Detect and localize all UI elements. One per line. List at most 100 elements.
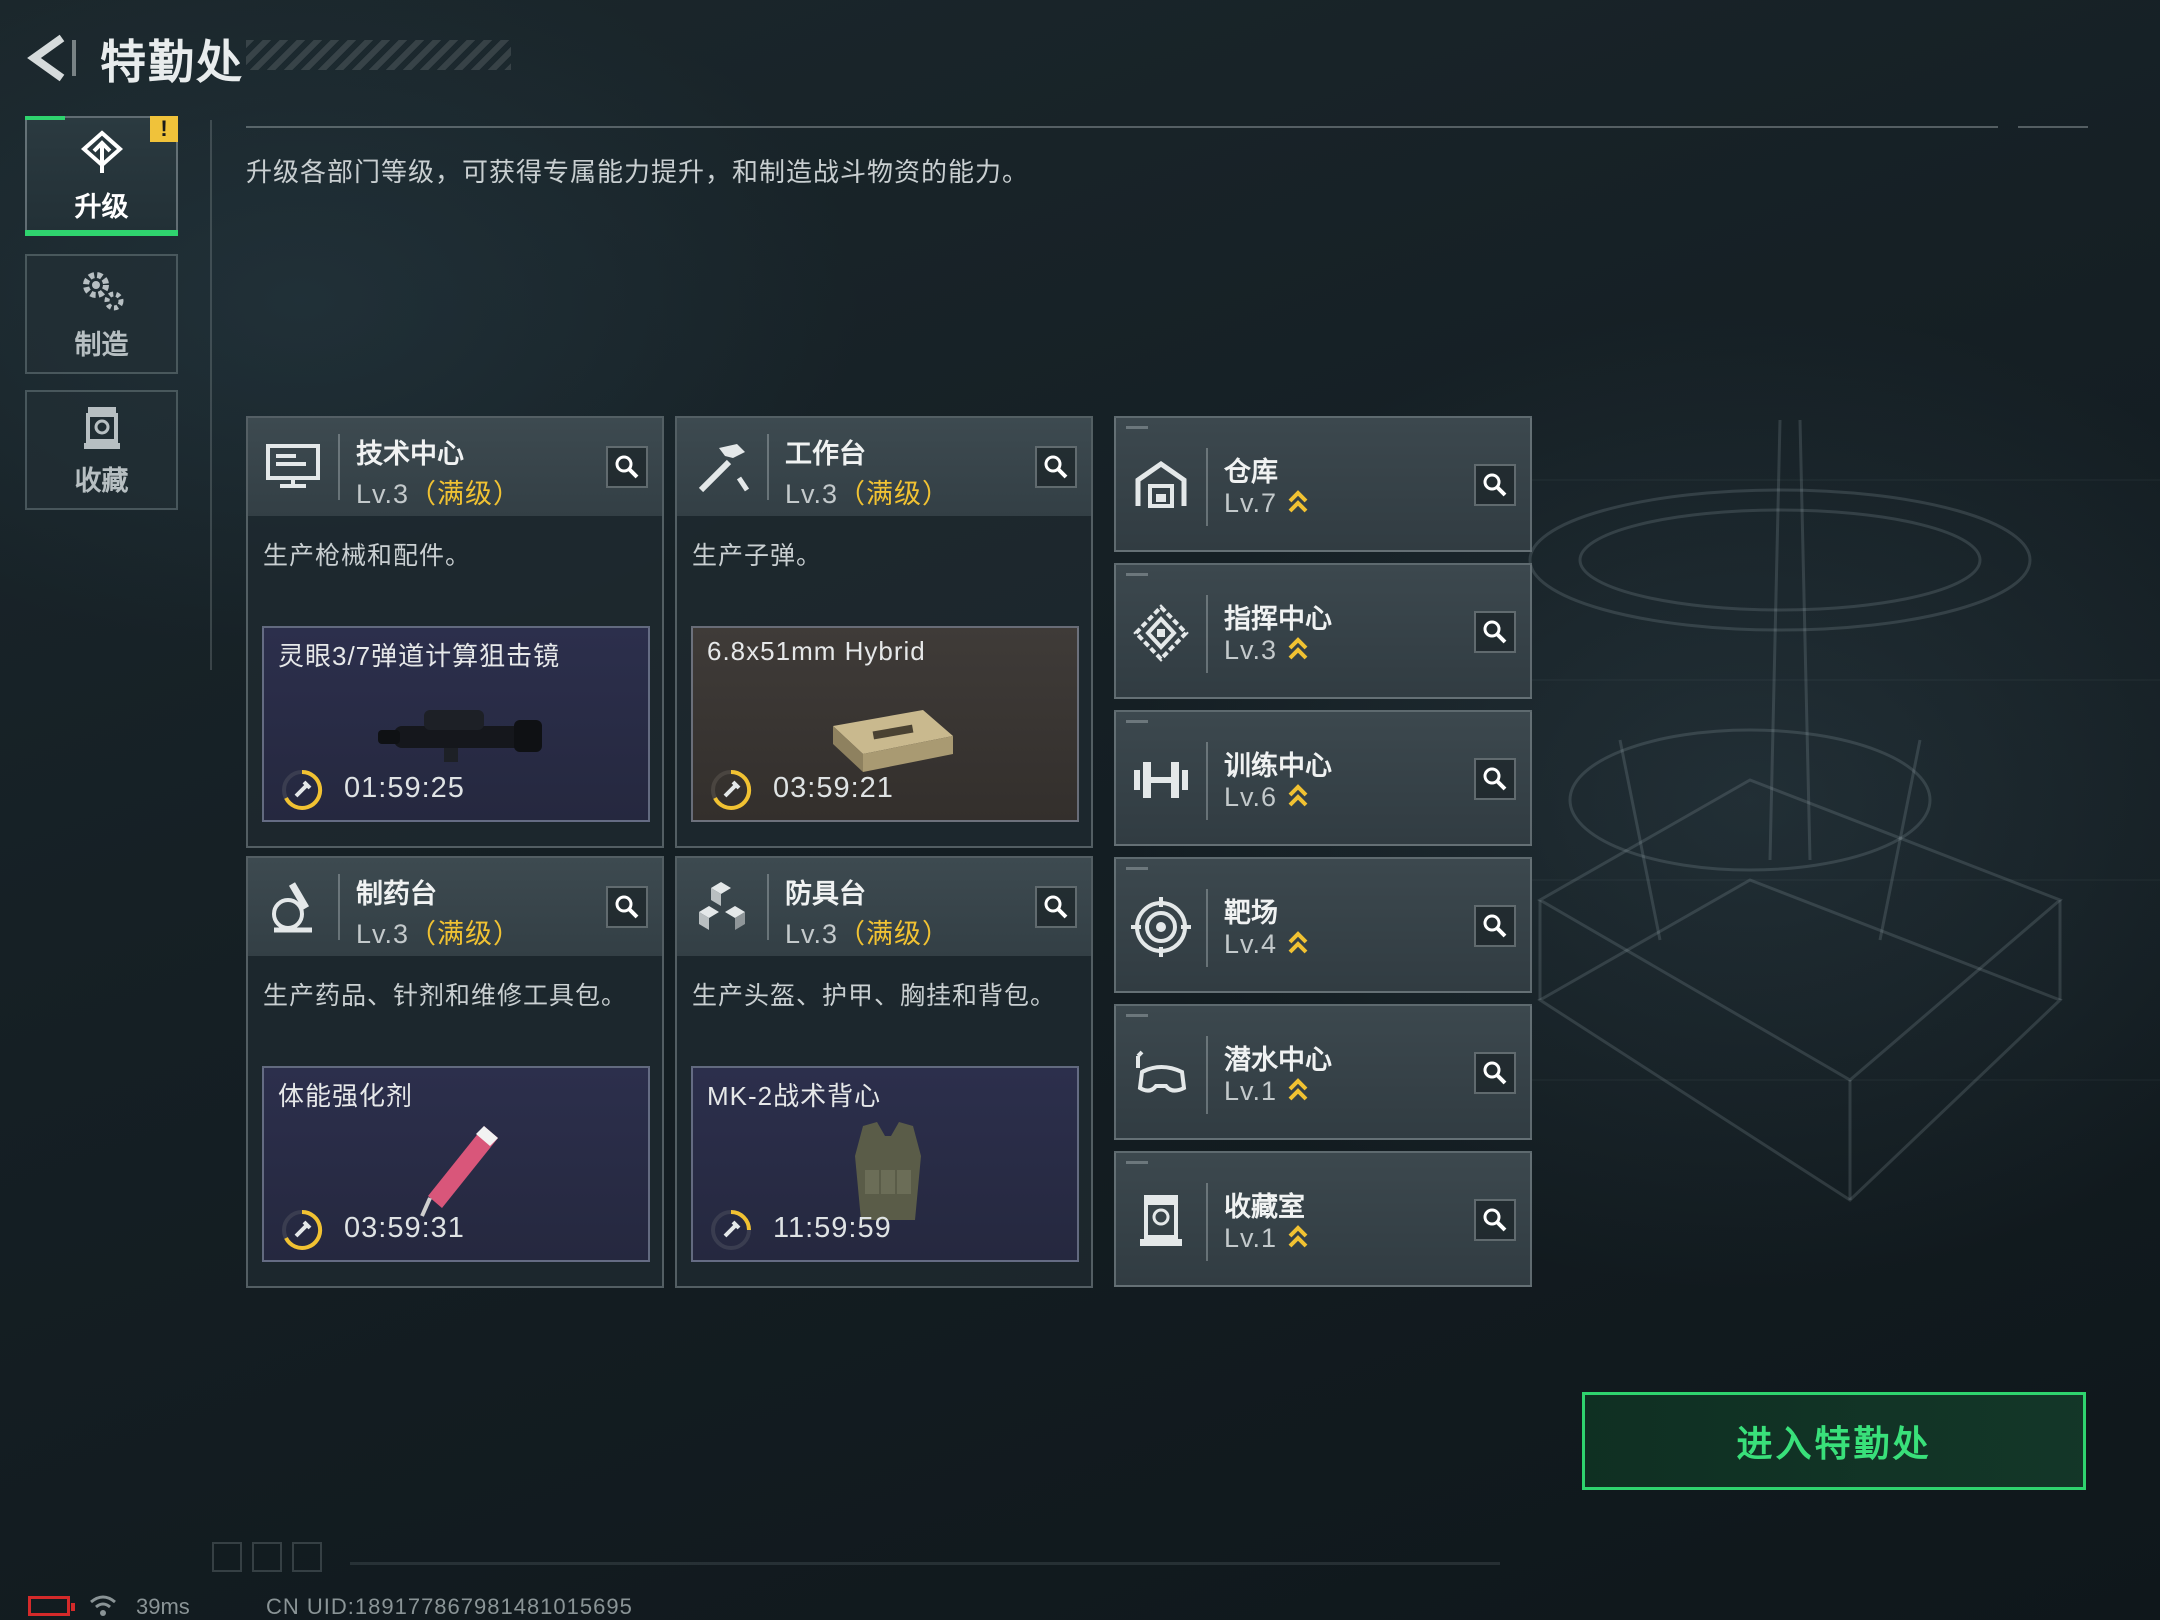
craft-item-name: 灵眼3/7弹道计算狙击镜 [278,641,561,671]
wrench-timer-icon [711,1210,751,1250]
inspect-button[interactable] [1474,758,1516,800]
craft-slot[interactable]: 灵眼3/7弹道计算狙击镜 01:59:25 [262,626,650,822]
department-card-armory[interactable]: 防具台 Lv.3（满级） 生产头盔、护甲、胸挂和背包。 MK-2战术背心 11:… [675,856,1093,1288]
divider [246,126,1998,128]
department-description: 生产子弹。 [692,542,823,570]
footer-decoration [212,1542,332,1577]
facility-name: 收藏室 [1224,1192,1305,1222]
department-level: Lv.3（满级） [785,479,951,509]
search-icon [1483,914,1507,938]
craft-timer: 01:59:25 [344,772,465,804]
alert-badge: ! [150,116,178,142]
facility-name: 指挥中心 [1224,604,1332,634]
hammer-icon [698,444,750,493]
upgrade-arrow-icon [1288,784,1308,807]
wifi-icon [90,1595,116,1616]
tab-craft[interactable]: 制造 [25,254,178,374]
facility-card-collection-room[interactable]: 收藏室 Lv.1 [1114,1151,1532,1287]
department-name: 工作台 [785,439,866,469]
user-uid: CN UID:1891778679814810​15695 [266,1594,633,1619]
tactical-vest-image [855,1122,921,1220]
inspect-button[interactable] [606,446,648,488]
wrench-timer-icon [282,769,323,810]
divider [2018,126,2088,128]
department-card-tech-center[interactable]: 技术中心 Lv.3（满级） 生产枪械和配件。 灵眼3/7弹道计算狙击镜 01:5… [246,416,664,848]
divider [210,120,212,670]
search-icon [1483,1208,1507,1232]
card-header: 工作台 Lv.3（满级） [677,418,1091,516]
department-level: Lv.3（满级） [356,919,522,949]
microscope-icon [272,882,312,933]
facility-name: 靶场 [1224,898,1278,928]
enter-special-ops-button[interactable]: 进入特勤处 [1582,1392,2086,1490]
facility-name: 潜水中心 [1224,1045,1332,1075]
facility-level: Lv.1 [1224,1223,1309,1254]
facility-card-shooting-range[interactable]: 靶场 Lv.4 [1114,857,1532,993]
facility-level: Lv.3 [1224,635,1309,666]
network-latency: 39ms [136,1594,190,1619]
diving-mask-icon [1136,1050,1187,1093]
page-subtitle: 升级各部门等级，可获得专属能力提升，和制造战斗物资的能力。 [246,157,1030,187]
tab-collection[interactable]: 收藏 [25,390,178,510]
card-header: 制药台 Lv.3（满级） [248,858,662,956]
trophy-case-icon [1140,1195,1182,1246]
craft-slot[interactable]: 体能强化剂 03:59:31 [262,1066,650,1262]
search-icon [1044,455,1068,479]
inspect-button[interactable] [1474,1199,1516,1241]
facility-level: Lv.6 [1224,782,1309,813]
warehouse-icon [1135,460,1187,508]
facility-level: Lv.1 [1224,1076,1309,1107]
department-level: Lv.3（满级） [356,479,522,509]
battery-icon [28,1596,75,1616]
craft-slot[interactable]: MK-2战术背心 11:59:59 [691,1066,1079,1262]
page-title: 特勤处 [100,36,244,88]
cubes-icon [699,882,745,930]
craft-timer: 11:59:59 [773,1212,892,1244]
upgrade-arrow-icon [1288,1225,1308,1248]
upgrade-arrow-icon [1288,490,1308,513]
command-icon [1133,604,1189,662]
blueprint-structure-illustration [1500,419,2160,1202]
inspect-button[interactable] [1474,1052,1516,1094]
inspect-button[interactable] [1474,611,1516,653]
facility-card-command-center[interactable]: 指挥中心 Lv.3 [1114,563,1532,699]
facility-level: Lv.7 [1224,488,1309,519]
upgrade-icon [80,129,123,173]
tab-label: 收藏 [74,465,129,496]
department-description: 生产枪械和配件。 [263,542,472,570]
inspect-button[interactable] [606,886,648,928]
stimulant-injector-image [420,1126,498,1217]
inspect-button[interactable] [1474,905,1516,947]
title-hatch-decoration [246,40,511,70]
wrench-timer-icon [711,769,752,810]
facility-card-warehouse[interactable]: 仓库 Lv.7 [1114,416,1532,552]
department-card-workbench[interactable]: 工作台 Lv.3（满级） 生产子弹。 6.8x51mm Hybrid 03:59… [675,416,1093,848]
inspect-button[interactable] [1035,886,1077,928]
tab-upgrade[interactable]: ! 升级 [25,116,178,236]
craft-slot[interactable]: 6.8x51mm Hybrid 03:59:21 [691,626,1079,822]
divider [338,874,340,940]
search-icon [1483,620,1507,644]
inspect-button[interactable] [1474,464,1516,506]
divider [350,1562,1500,1565]
facility-card-training-center[interactable]: 训练中心 Lv.6 [1114,710,1532,846]
upgrade-arrow-icon [1288,637,1308,660]
craft-item-name: 体能强化剂 [278,1081,414,1111]
craft-timer: 03:59:31 [344,1212,465,1244]
sniper-scope-image [378,710,542,762]
wrench-timer-icon [282,1209,323,1250]
department-card-pharmacy[interactable]: 制药台 Lv.3（满级） 生产药品、针剂和维修工具包。 体能强化剂 03:59:… [246,856,664,1288]
facility-level: Lv.4 [1224,929,1309,960]
facility-name: 训练中心 [1224,751,1332,781]
back-arrow-icon[interactable] [22,30,82,86]
search-icon [1044,895,1068,919]
card-header: 防具台 Lv.3（满级） [677,858,1091,956]
craft-item-name: MK-2战术背心 [707,1081,882,1111]
department-description: 生产药品、针剂和维修工具包。 [263,982,628,1010]
inspect-button[interactable] [1035,446,1077,488]
upgrade-arrow-icon [1288,1078,1308,1101]
search-icon [1483,1061,1507,1085]
department-level: Lv.3（满级） [785,919,951,949]
facility-card-diving-center[interactable]: 潜水中心 Lv.1 [1114,1004,1532,1140]
craft-item-name: 6.8x51mm Hybrid [707,636,926,666]
